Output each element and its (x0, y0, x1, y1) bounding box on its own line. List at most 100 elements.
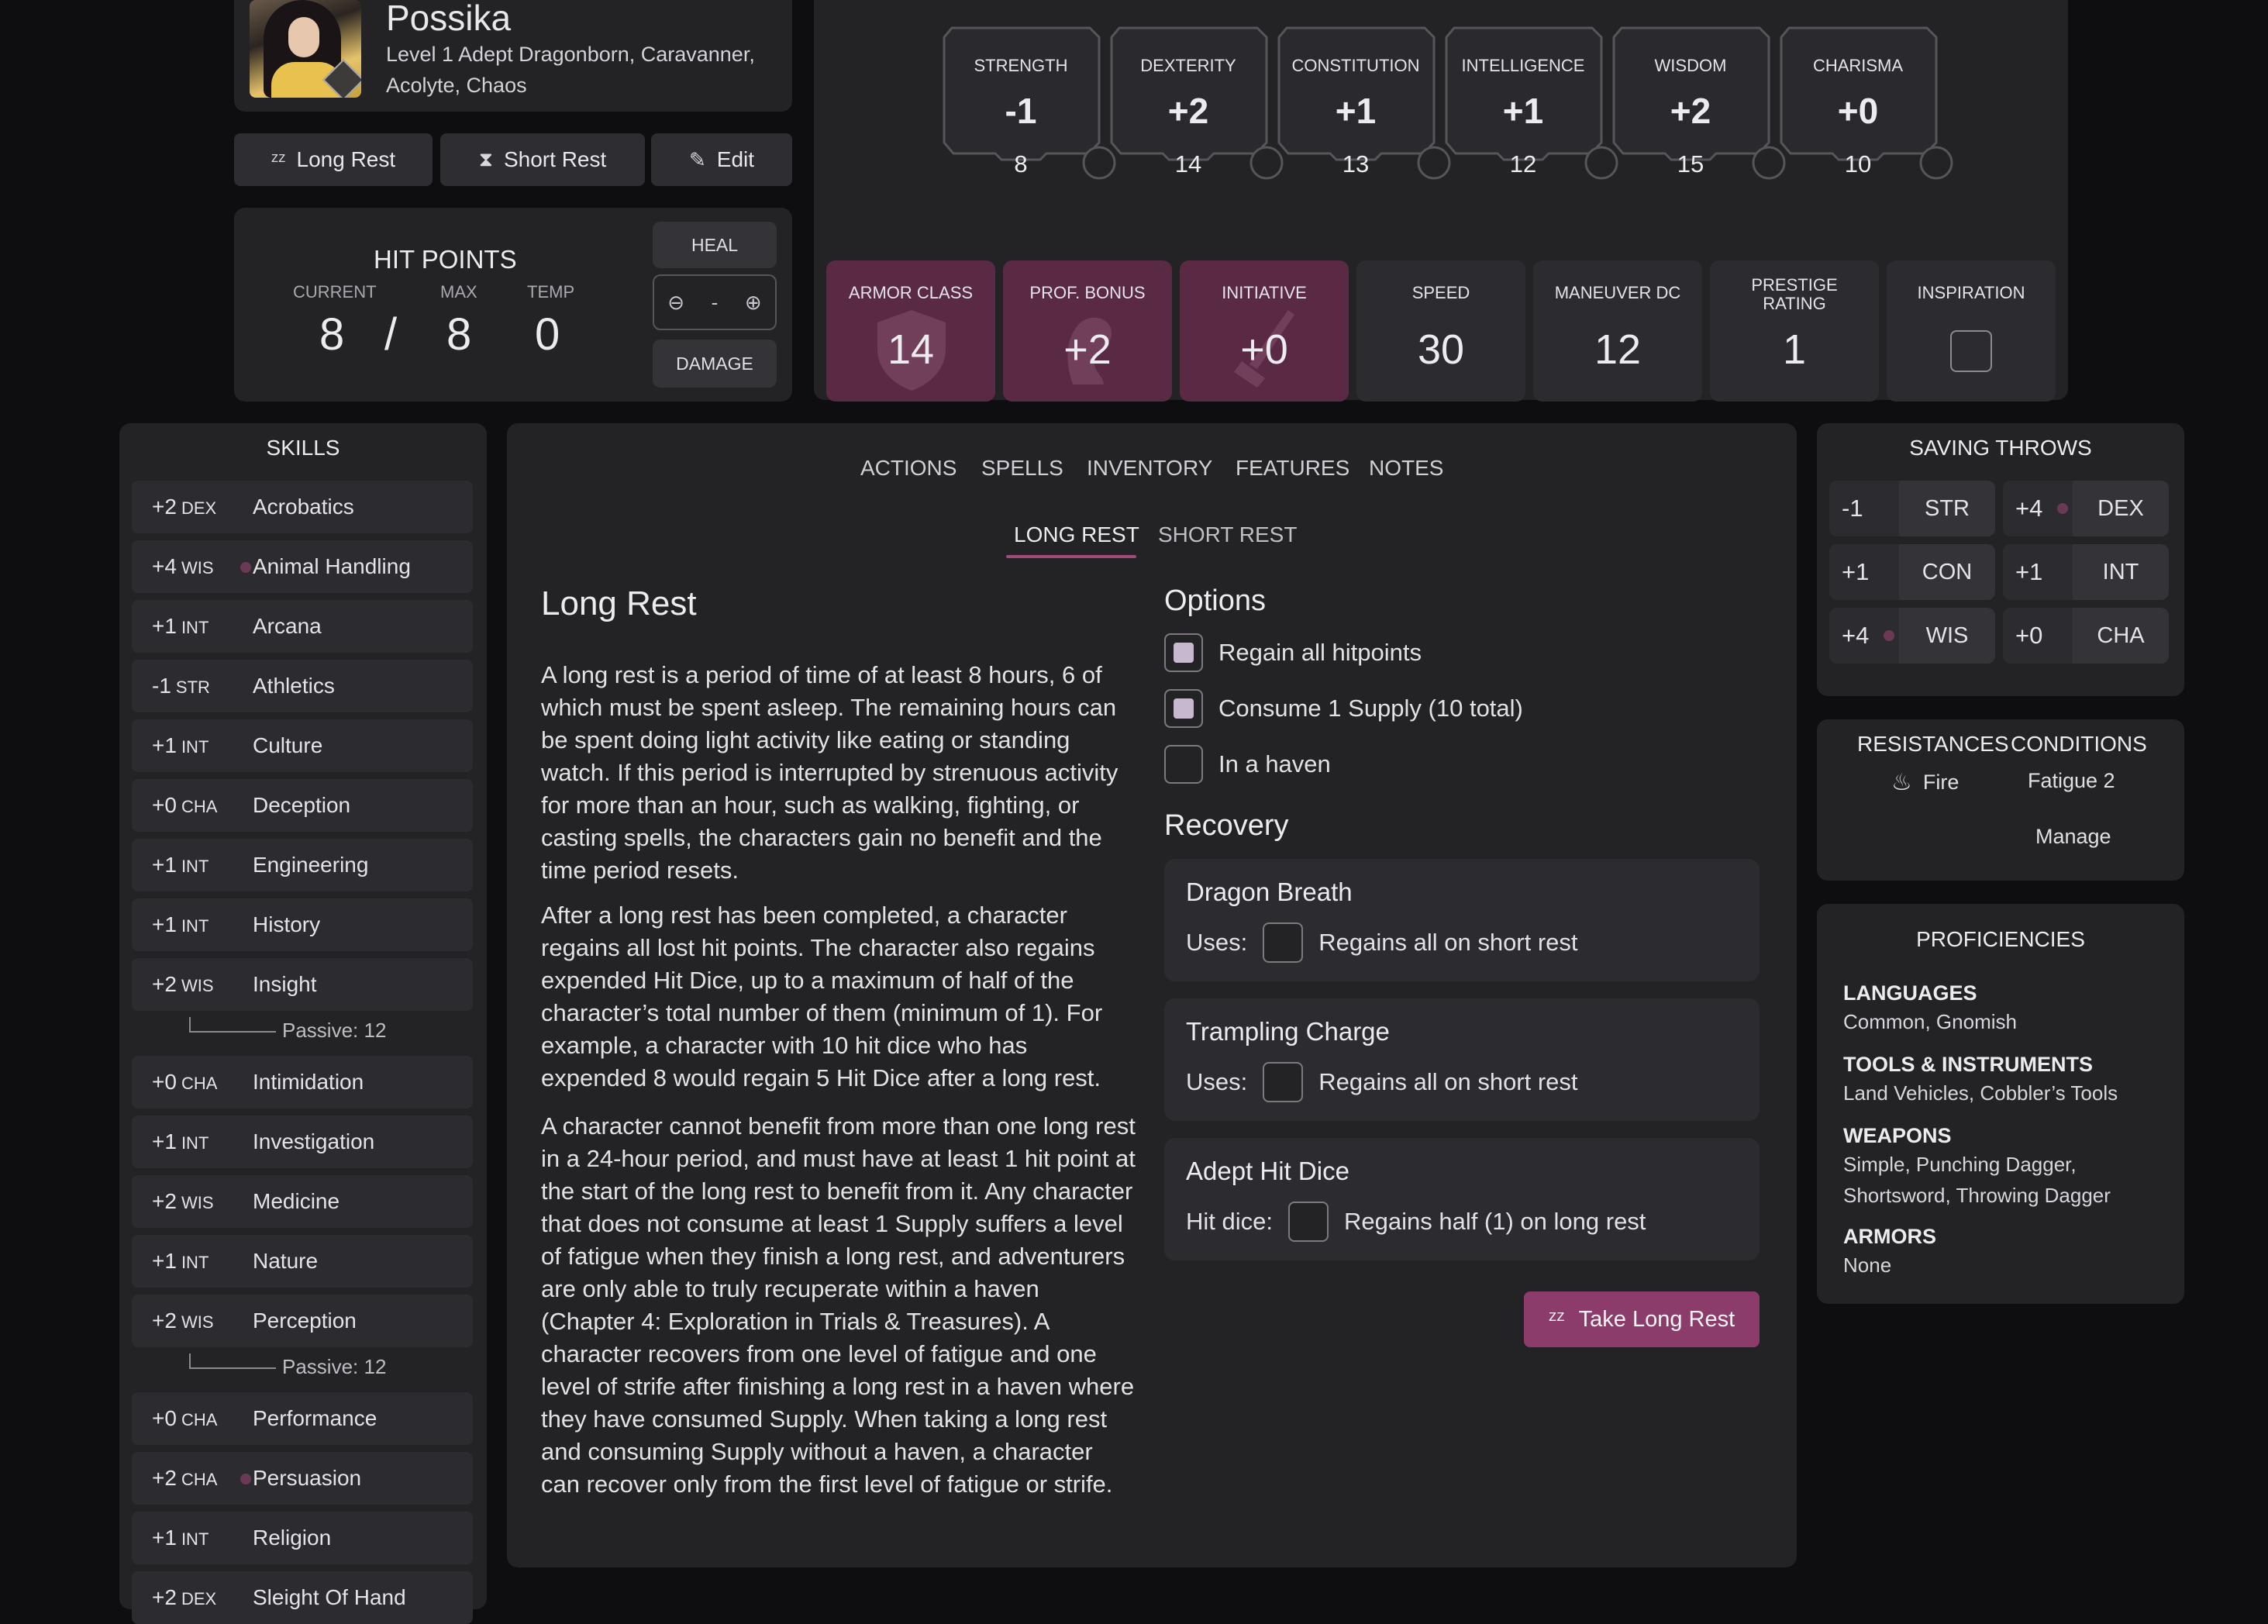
skill-row[interactable]: +4 WIS Animal Handling (132, 540, 473, 593)
skill-row[interactable]: +1 INT Arcana (132, 600, 473, 653)
take-long-rest-button[interactable]: ᶻᶻ Take Long Rest (1524, 1291, 1760, 1347)
skill-ability: WIS (181, 558, 214, 578)
hp-current-label: CURRENT (293, 282, 377, 302)
hourglass-icon: ⧗ (478, 147, 493, 171)
ability-intelligence[interactable]: INTELLIGENCE +1 12 (1445, 26, 1618, 180)
skill-row[interactable]: +0 CHA Deception (132, 779, 473, 832)
character-card: Possika Level 1 Adept Dragonborn, Carava… (234, 0, 792, 112)
recovery-heading: Recovery (1164, 809, 1289, 842)
save-ability: CON (1899, 544, 1995, 600)
skill-name: Insight (253, 972, 317, 996)
hit-dice-checkbox[interactable] (1287, 1202, 1329, 1242)
armor-class-tile: ARMOR CLASS 14 (826, 260, 995, 402)
maneuver-dc-tile: MANEUVER DC 12 (1533, 260, 1702, 402)
skill-row[interactable]: +1 INT Religion (132, 1512, 473, 1564)
skill-row[interactable]: +1 INT Investigation (132, 1115, 473, 1168)
saving-throw-str[interactable]: -1 STR (1829, 481, 1995, 536)
long-rest-button[interactable]: ᶻᶻ Long Rest (234, 133, 433, 186)
option-consume-supply[interactable]: Consume 1 Supply (10 total) (1164, 687, 1523, 730)
stat-value: +0 (1240, 326, 1288, 373)
tab-actions[interactable]: ACTIONS (860, 456, 956, 481)
ability-modifier: -1 (1005, 91, 1037, 131)
skill-row[interactable]: +1 INT Culture (132, 719, 473, 772)
ability-dexterity[interactable]: DEXTERITY +2 14 (1110, 26, 1284, 180)
stat-value: +2 (1063, 326, 1112, 373)
edit-button[interactable]: ✎ Edit (651, 133, 792, 186)
character-avatar[interactable] (250, 0, 361, 98)
uses-checkbox[interactable] (1263, 1062, 1304, 1102)
resistances-title: RESISTANCES (1857, 732, 2009, 756)
saving-throw-con[interactable]: +1 CON (1829, 544, 1995, 600)
armors-title: ARMORS (1843, 1225, 1936, 1248)
save-modifier: +0 (2015, 622, 2043, 649)
languages-title: LANGUAGES (1843, 981, 1977, 1005)
checkbox-checked-mark (1174, 698, 1194, 719)
hit-points-title: HIT POINTS (374, 245, 517, 274)
subtab-long-rest[interactable]: LONG REST (1014, 522, 1139, 547)
skill-row[interactable]: +0 CHA Performance (132, 1392, 473, 1445)
subtab-short-rest[interactable]: SHORT REST (1158, 522, 1297, 547)
stat-label: INSPIRATION (1917, 283, 2025, 302)
saving-throw-wis[interactable]: +4 WIS (1829, 608, 1995, 664)
skill-row[interactable]: +2 CHA Persuasion (132, 1452, 473, 1505)
skill-ability: CHA (181, 797, 218, 816)
option-checkbox[interactable] (1164, 689, 1203, 728)
recovery-field-label: Hit dice: (1186, 1208, 1273, 1235)
recovery-item: Trampling Charge Uses: Regains all on sho… (1164, 998, 1760, 1121)
tab-notes[interactable]: NOTES (1369, 456, 1443, 481)
saving-throw-int[interactable]: +1 INT (2003, 544, 2169, 600)
option-checkbox[interactable] (1164, 633, 1203, 672)
minus-circle-icon[interactable]: ⊖ (667, 291, 684, 315)
ability-wisdom[interactable]: WISDOM +2 15 (1612, 26, 1786, 180)
option-checkbox[interactable] (1164, 745, 1203, 784)
hp-temp-value[interactable]: 0 (535, 309, 560, 360)
tab-inventory[interactable]: INVENTORY (1087, 456, 1212, 481)
skill-name: Deception (253, 793, 351, 817)
skill-row[interactable]: +2 DEX Acrobatics (132, 481, 473, 533)
skill-row[interactable]: +2 WIS Medicine (132, 1175, 473, 1228)
proficiency-bonus-tile: PROF. BONUS +2 (1003, 260, 1172, 402)
hp-adjust-input[interactable]: ⊖ - ⊕ (653, 274, 777, 330)
skill-row[interactable]: +2 WIS Insight (132, 958, 473, 1011)
proficiencies-panel: PROFICIENCIES LANGUAGES Common, Gnomish … (1817, 904, 2184, 1304)
skill-row[interactable]: -1 STR Athletics (132, 660, 473, 712)
saving-throw-dex[interactable]: +4 DEX (2003, 481, 2169, 536)
skill-name: Arcana (253, 614, 322, 638)
main-panel: ACTIONS SPELLS INVENTORY FEATURES NOTES … (507, 423, 1797, 1567)
skill-ability: INT (181, 618, 209, 637)
option-in-haven[interactable]: In a haven (1164, 743, 1331, 786)
tab-spells[interactable]: SPELLS (981, 456, 1063, 481)
tab-features[interactable]: FEATURES (1236, 456, 1349, 481)
ability-charisma[interactable]: CHARISMA +0 10 (1780, 26, 1953, 180)
skill-name: Perception (253, 1309, 357, 1333)
ability-modifier: +1 (1502, 91, 1544, 131)
option-regain-hitpoints[interactable]: Regain all hitpoints (1164, 631, 1422, 674)
plus-circle-icon[interactable]: ⊕ (745, 291, 762, 315)
ability-constitution[interactable]: CONSTITUTION +1 13 (1277, 26, 1451, 180)
skill-row[interactable]: +1 INT Engineering (132, 839, 473, 891)
short-rest-button[interactable]: ⧗ Short Rest (440, 133, 645, 186)
skill-row[interactable]: +0 CHA Intimidation (132, 1056, 473, 1109)
skill-ability: DEX (181, 1589, 217, 1608)
heal-button[interactable]: HEAL (653, 222, 777, 268)
skill-name: Investigation (253, 1129, 375, 1153)
skill-modifier: +1 (152, 1129, 177, 1153)
damage-button[interactable]: DAMAGE (653, 340, 777, 388)
hp-current-value[interactable]: 8 (319, 309, 344, 360)
skill-row[interactable]: +1 INT Nature (132, 1235, 473, 1288)
skill-modifier: +2 (152, 495, 177, 519)
skill-name: Athletics (253, 674, 335, 698)
ability-strength[interactable]: STRENGTH -1 8 (943, 26, 1116, 180)
skill-row[interactable]: +2 DEX Sleight Of Hand (132, 1571, 473, 1624)
skill-ability: WIS (181, 1312, 214, 1332)
manage-conditions-link[interactable]: Manage (2035, 825, 2111, 849)
skill-row[interactable]: +1 INT History (132, 898, 473, 951)
initiative-tile: INITIATIVE +0 (1180, 260, 1349, 402)
saving-throws-panel: SAVING THROWS -1 STR +4 DEX +1 CON +1 INT +4… (1817, 423, 2184, 696)
skill-row[interactable]: +2 WIS Perception (132, 1295, 473, 1347)
uses-checkbox[interactable] (1263, 922, 1304, 963)
passive-perception-text: Passive: 12 (282, 1355, 387, 1378)
inspiration-checkbox[interactable] (1950, 330, 1992, 372)
saving-throw-cha[interactable]: +0 CHA (2003, 608, 2169, 664)
skill-name: Persuasion (253, 1466, 362, 1490)
